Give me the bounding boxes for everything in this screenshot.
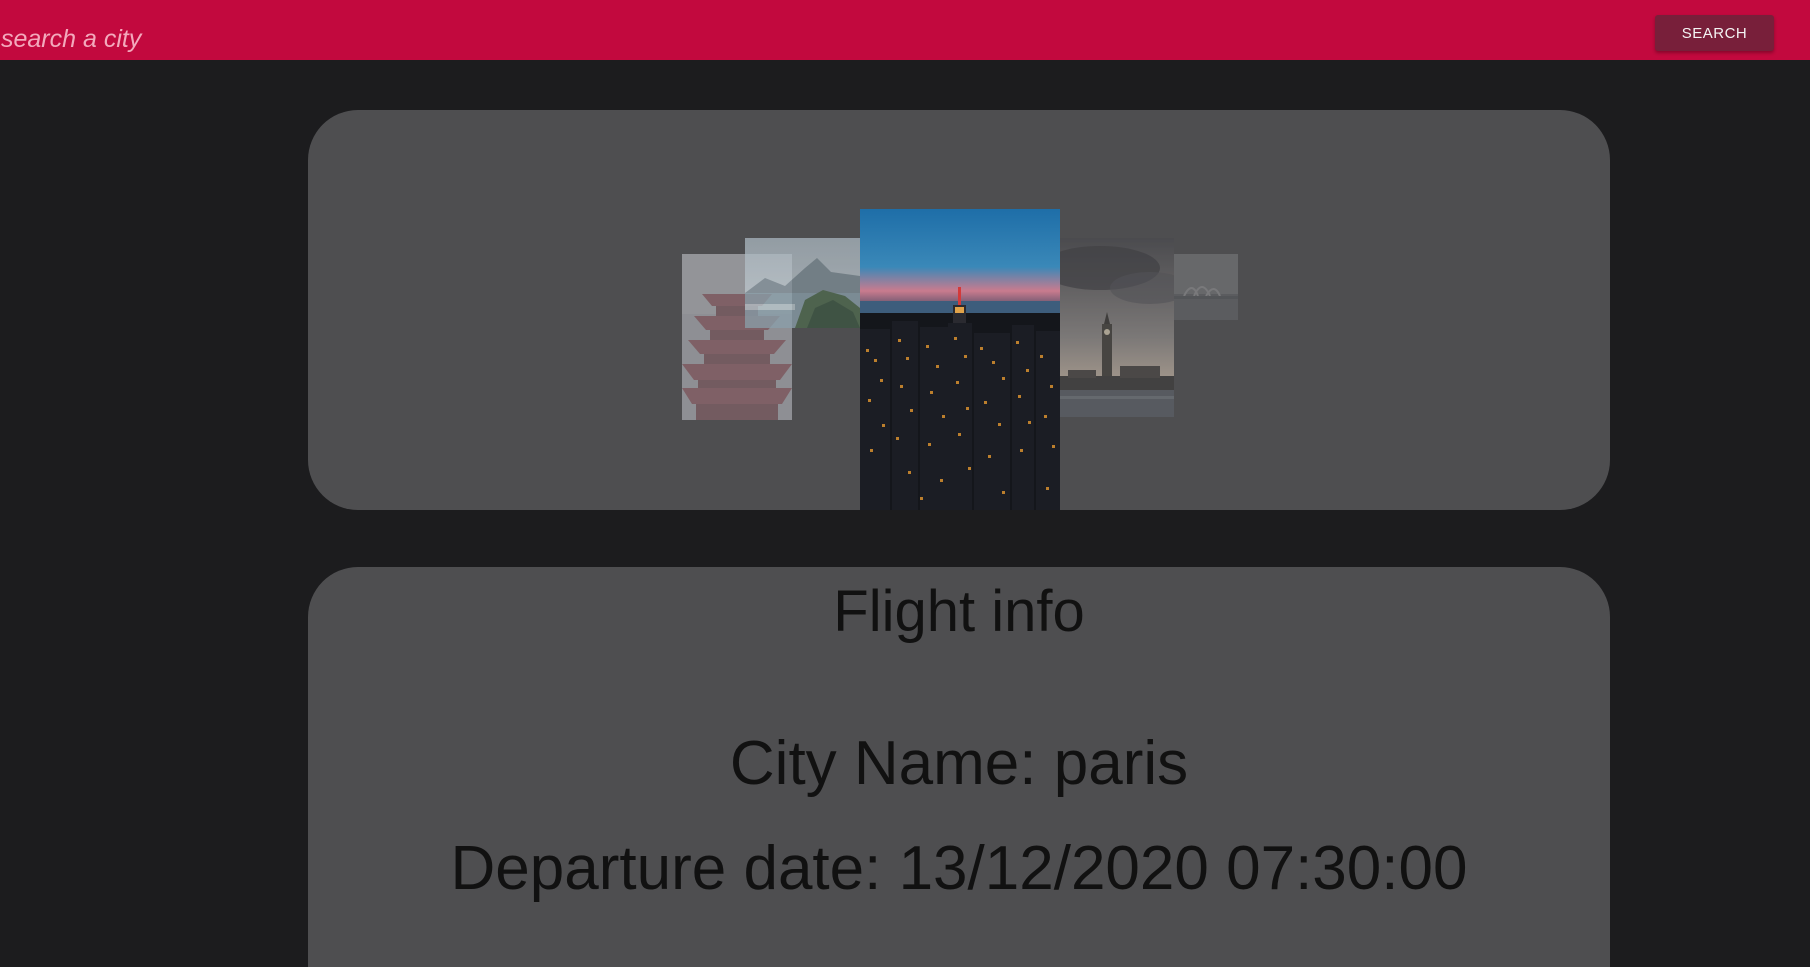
- carousel-slide-coastal-mountain[interactable]: [745, 238, 860, 328]
- carousel-slide-harbour-city[interactable]: [1174, 254, 1238, 320]
- harbour-city-image: [1174, 254, 1238, 320]
- clock-tower-city-image: [1060, 238, 1174, 417]
- coastal-mountain-image: [745, 238, 860, 328]
- skyline-night-image: [860, 209, 1060, 510]
- search-input[interactable]: [0, 20, 600, 58]
- top-app-bar: SEARCH: [0, 0, 1810, 60]
- departure-date-text: Departure date: 13/12/2020 07:30:00: [450, 834, 1468, 903]
- carousel-slide-skyline-night[interactable]: [860, 209, 1060, 510]
- carousel-slide-clock-tower-city[interactable]: [1060, 238, 1174, 417]
- search-button[interactable]: SEARCH: [1655, 15, 1774, 51]
- flight-info-title: Flight info: [833, 579, 1085, 644]
- city-name-text: City Name: paris: [729, 729, 1189, 798]
